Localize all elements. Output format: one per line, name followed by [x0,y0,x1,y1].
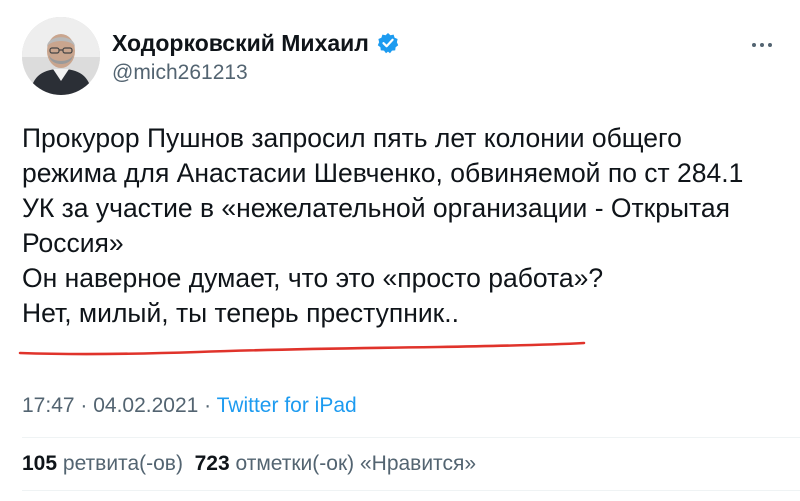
meta-separator: · [198,394,217,417]
divider [22,437,800,438]
tweet-line: Прокурор Пушнов запросил пять лет колони… [22,123,682,153]
likes-count: 723 [194,452,230,475]
display-name[interactable]: Ходорковский Михаил [112,29,369,57]
tweet-meta: 17:47 · 04.02.2021 · Twitter for iPad [22,393,357,419]
tweet-time[interactable]: 17:47 [22,394,75,417]
retweets-label: ретвита(-ов) [62,452,183,475]
author-block: Ходорковский Михаил @mich261213 [112,29,399,87]
retweets-count: 105 [22,452,58,475]
tweet-stats: 105 ретвита(-ов) 723 отметки(-ок) «Нрави… [22,451,476,477]
retweets-stat[interactable]: 105 ретвита(-ов) [22,452,183,475]
handle[interactable]: @mich261213 [112,59,399,87]
tweet-line: УК за участие в «нежелательной организац… [22,193,730,223]
meta-separator: · [74,394,94,417]
tweet-line: Он наверное думает, что это «просто рабо… [22,263,604,293]
tweet-line: режима для Анастасии Шевченко, обвиняемо… [22,158,744,188]
divider [22,490,800,491]
tweet-source-link[interactable]: Twitter for iPad [217,394,357,417]
tweet-header: Ходорковский Михаил @mich261213 [22,17,782,97]
tweet-line: Россия» [22,228,124,258]
verified-badge-icon [377,32,399,54]
avatar[interactable] [22,17,100,95]
tweet-line: Нет, милый, ты теперь преступник.. [22,298,459,328]
more-options-icon[interactable] [750,37,774,47]
likes-label: отметки(-ок) «Нравится» [235,452,477,475]
avatar-image [22,17,100,95]
likes-stat[interactable]: 723 отметки(-ок) «Нравится» [195,452,476,475]
red-underline-annotation [18,341,586,356]
tweet-date[interactable]: 04.02.2021 [93,394,198,417]
tweet-text: Прокурор Пушнов запросил пять лет колони… [22,121,782,331]
